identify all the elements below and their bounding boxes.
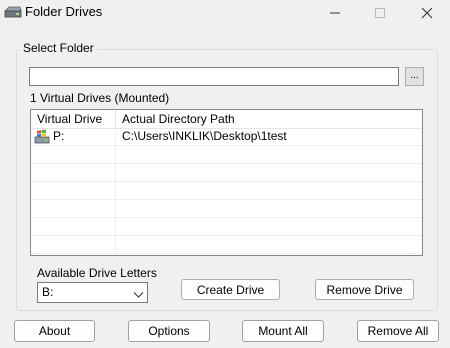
windows-drive-icon [34,129,50,144]
list-row-empty [31,146,422,164]
list-row-empty [31,200,422,218]
minimize-icon [330,12,340,14]
column-header-directory-path[interactable]: Actual Directory Path [116,110,422,128]
select-folder-label: Select Folder [20,41,97,55]
virtual-drive-letter: P: [53,129,65,143]
window-title: Folder Drives [25,4,103,19]
close-button[interactable] [404,0,450,26]
close-icon [421,7,433,19]
maximize-button[interactable] [357,0,403,26]
mount-all-button[interactable]: Mount All [242,320,324,342]
list-row-empty [31,182,422,200]
remove-drive-button[interactable]: Remove Drive [315,279,414,300]
virtual-drives-list[interactable]: Virtual Drive Actual Directory Path P: C… [30,109,423,256]
list-row-empty [31,164,422,182]
directory-path-text: C:\Users\INKLIK\Desktop\1test [122,129,287,143]
browse-button[interactable]: ... [405,67,424,86]
create-drive-button[interactable]: Create Drive [181,279,280,300]
about-button[interactable]: About [14,320,95,342]
title-bar[interactable]: Folder Drives [0,0,450,26]
maximize-icon [375,8,385,18]
virtual-drive-cell: P: [31,128,116,145]
list-row-empty [31,236,422,254]
mounted-count-label: 1 Virtual Drives (Mounted) [30,91,170,105]
options-button[interactable]: Options [128,320,210,342]
drive-letter-selected: B: [42,285,54,299]
column-header-virtual-drive[interactable]: Virtual Drive [31,110,116,128]
drive-letter-select[interactable]: B: [37,282,148,303]
list-header: Virtual Drive Actual Directory Path [31,110,422,129]
drive-icon [4,5,22,19]
remove-all-button[interactable]: Remove All [357,320,439,342]
minimize-button[interactable] [312,0,358,26]
list-row-empty [31,218,422,236]
chevron-down-icon [133,288,144,302]
directory-path-cell: C:\Users\INKLIK\Desktop\1test [116,128,422,145]
available-drive-letters-label: Available Drive Letters [37,266,157,280]
list-item[interactable]: P: C:\Users\INKLIK\Desktop\1test [31,128,422,146]
folder-path-input[interactable] [29,67,399,86]
